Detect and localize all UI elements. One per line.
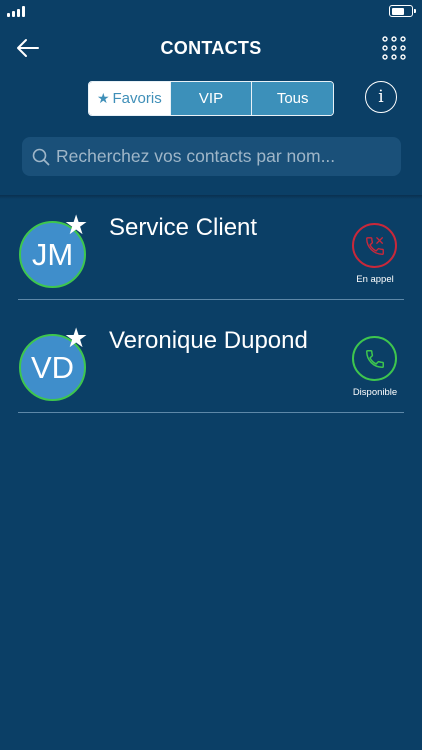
row-separator xyxy=(18,299,404,300)
call-button[interactable] xyxy=(352,223,397,268)
grid-dots-icon xyxy=(382,36,406,60)
status-bar xyxy=(0,0,422,22)
page-title: CONTACTS xyxy=(160,38,262,58)
tab-label: VIP xyxy=(198,90,224,107)
tab-favoris[interactable]: ★ Favoris xyxy=(89,82,170,115)
search-icon xyxy=(32,148,50,165)
contact-name: Veronique Dupond xyxy=(109,327,308,354)
list-item[interactable]: VD ★ Veronique Dupond Disponible xyxy=(0,301,422,413)
info-icon: i xyxy=(378,87,384,107)
search-bar xyxy=(22,137,401,176)
signal-strength-icon xyxy=(7,6,25,17)
status-label: Disponible xyxy=(352,387,398,398)
header: CONTACTS xyxy=(0,28,422,68)
status-label: En appel xyxy=(356,274,394,285)
star-icon: ★ xyxy=(96,90,110,106)
search-input[interactable] xyxy=(56,146,386,167)
grid-menu-button[interactable] xyxy=(382,36,406,60)
tab-label: Favoris xyxy=(112,90,162,107)
row-separator xyxy=(18,412,404,413)
tab-label: Tous xyxy=(276,90,309,107)
filter-tabs: ★ Favoris VIP Tous xyxy=(88,81,334,116)
list-item[interactable]: JM ★ Service Client En appel xyxy=(0,188,422,300)
call-button[interactable] xyxy=(352,336,397,381)
star-icon: ★ xyxy=(64,323,89,353)
phone-busy-icon xyxy=(365,236,384,255)
star-icon: ★ xyxy=(64,210,89,240)
tab-tous[interactable]: Tous xyxy=(251,82,333,115)
tab-vip[interactable]: VIP xyxy=(169,82,252,115)
info-button[interactable]: i xyxy=(365,81,397,113)
phone-icon xyxy=(365,349,384,368)
battery-icon xyxy=(389,5,416,17)
contact-name: Service Client xyxy=(109,214,258,241)
